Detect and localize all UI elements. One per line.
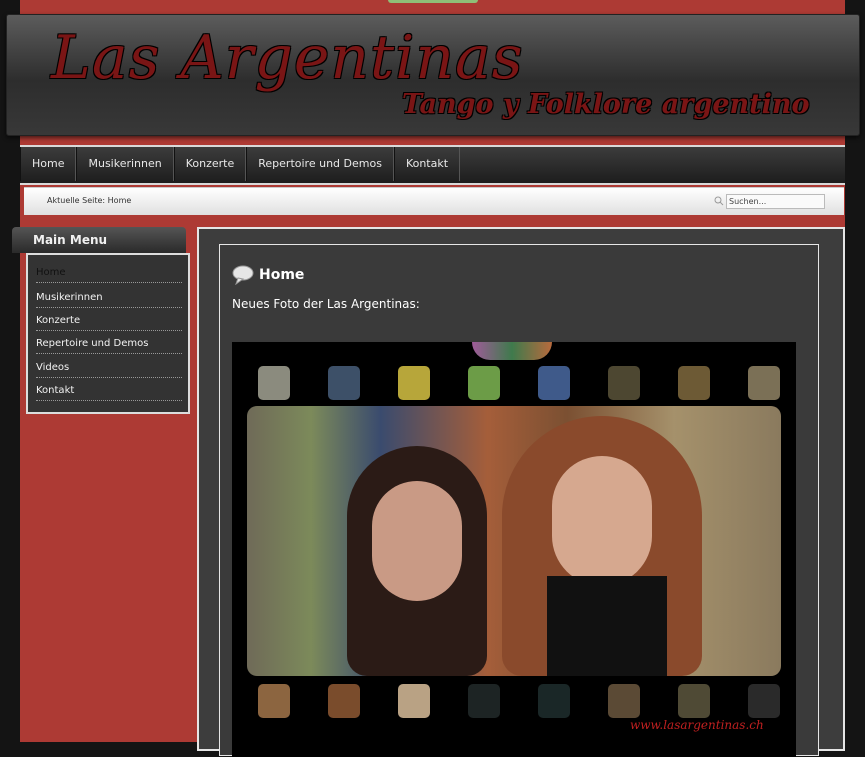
content-text: Neues Foto der Las Argentinas: <box>232 297 420 311</box>
logo-subtitle: Tango y Folklore argentino <box>402 89 810 120</box>
sidebar-item-kontakt[interactable]: Kontakt <box>36 385 182 401</box>
content-title: Home <box>259 267 305 283</box>
film-hole <box>748 366 780 400</box>
film-strip-photo: www.lasargentinas.ch <box>232 342 796 757</box>
sidebar-item-label: Repertoire und Demos <box>36 338 149 349</box>
sidebar-item-label: Konzerte <box>36 315 81 326</box>
film-hole <box>538 684 570 718</box>
nav-item-konzerte[interactable]: Konzerte <box>173 147 247 181</box>
sidebar-menu: Home Musikerinnen Konzerte Repertoire un… <box>26 253 190 414</box>
logo-title[interactable]: Las Argentinas <box>51 23 524 93</box>
breadcrumb: Aktuelle Seite: Home <box>47 196 132 205</box>
film-hole <box>678 684 710 718</box>
band-photo <box>247 406 781 676</box>
sidebar-menu-header: Main Menu <box>12 227 186 253</box>
content-area: Home Neues Foto der Las Argentinas: www.… <box>197 227 845 757</box>
film-hole <box>328 366 360 400</box>
breadcrumb-bar: Aktuelle Seite: Home <box>24 187 844 215</box>
film-hole <box>468 366 500 400</box>
film-hole <box>608 366 640 400</box>
sidebar-item-label: Musikerinnen <box>36 292 103 303</box>
nav-item-musikerinnen[interactable]: Musikerinnen <box>76 147 174 181</box>
sidebar-item-repertoire[interactable]: Repertoire und Demos <box>36 338 182 354</box>
sidebar-menu-title: Main Menu <box>33 233 108 247</box>
sidebar-item-label: Videos <box>36 362 70 373</box>
sidebar-item-konzerte[interactable]: Konzerte <box>36 315 182 331</box>
sidebar-item-home[interactable]: Home <box>36 267 182 283</box>
decorative-arc <box>472 342 552 360</box>
film-hole <box>468 684 500 718</box>
nav-item-home[interactable]: Home <box>20 147 77 181</box>
film-hole <box>258 366 290 400</box>
film-hole <box>748 684 780 718</box>
speech-bubble-icon <box>232 265 254 285</box>
site-header: Las Argentinas Tango y Folklore argentin… <box>6 14 860 136</box>
face-left <box>372 481 462 601</box>
content-panel: Home Neues Foto der Las Argentinas: www.… <box>219 244 819 757</box>
film-hole <box>678 366 710 400</box>
face-right <box>552 456 652 586</box>
film-hole <box>398 684 430 718</box>
film-hole <box>328 684 360 718</box>
photo-watermark: www.lasargentinas.ch <box>630 718 764 732</box>
sidebar-item-videos[interactable]: Videos <box>36 362 182 378</box>
main-navigation: Home Musikerinnen Konzerte Repertoire un… <box>20 145 845 185</box>
top-tab-decoration <box>388 0 478 3</box>
nav-item-repertoire[interactable]: Repertoire und Demos <box>246 147 394 181</box>
clothing <box>547 576 667 676</box>
sidebar-item-label: Kontakt <box>36 385 75 396</box>
nav-item-kontakt[interactable]: Kontakt <box>393 147 461 181</box>
search-icon <box>714 196 724 206</box>
film-hole <box>538 366 570 400</box>
film-hole <box>258 684 290 718</box>
sidebar-item-label: Home <box>36 267 66 278</box>
search-input[interactable] <box>726 194 825 209</box>
film-hole <box>398 366 430 400</box>
sidebar-item-musikerinnen[interactable]: Musikerinnen <box>36 292 182 308</box>
film-hole <box>608 684 640 718</box>
